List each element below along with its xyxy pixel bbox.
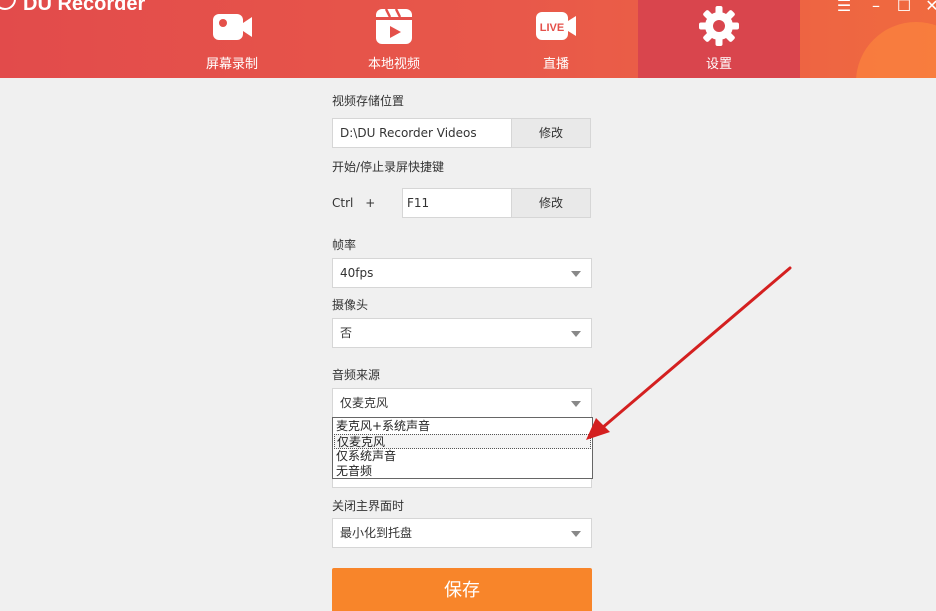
annotation-arrow-icon: [586, 266, 792, 440]
